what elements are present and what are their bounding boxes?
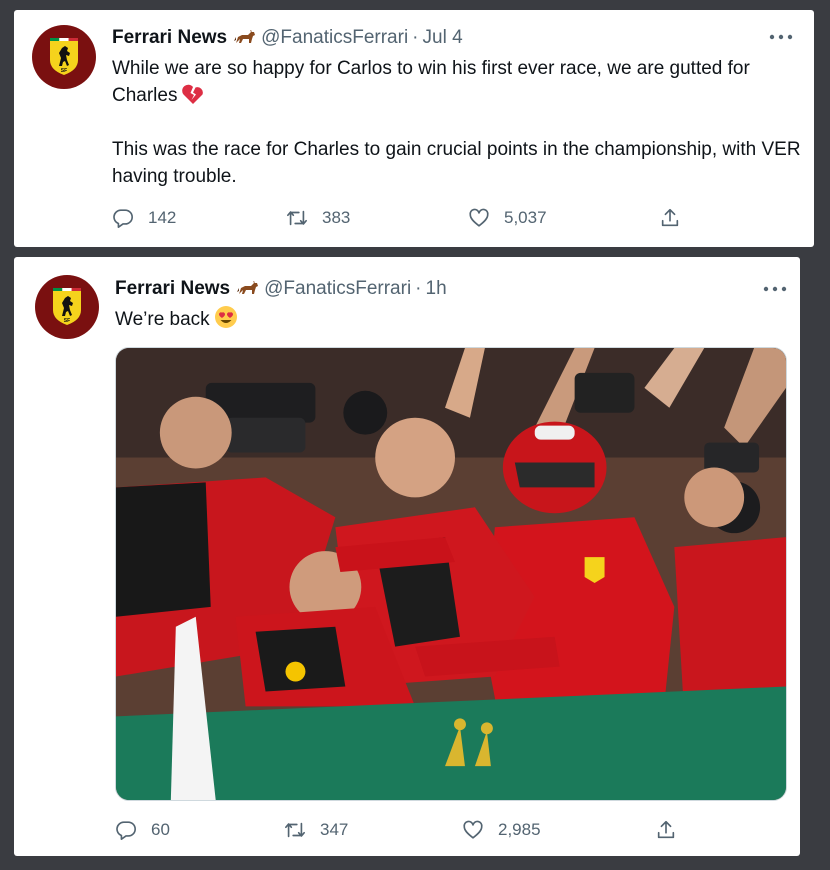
reply-count: 142 — [148, 208, 177, 227]
share-button[interactable] — [659, 207, 695, 229]
ferrari-shield-icon: SF — [53, 288, 81, 325]
svg-text:SF: SF — [64, 318, 70, 324]
like-icon — [469, 208, 489, 227]
tweet-paragraph-text: While we are so happy for Carlos to win … — [112, 58, 750, 106]
reply-button[interactable]: 142 — [112, 207, 176, 229]
celebration-photo — [116, 348, 786, 800]
retweet-icon — [287, 210, 307, 226]
action-bar: 60 347 2,985 — [14, 819, 800, 843]
tweet-paragraph: This was the race for Charles to gain cr… — [112, 139, 801, 187]
separator-dot: · — [412, 27, 419, 48]
retweet-button[interactable]: 383 — [286, 207, 350, 229]
more-icon[interactable] — [762, 284, 788, 294]
share-icon — [657, 820, 675, 839]
action-bar: 142 383 5,037 — [14, 207, 814, 231]
retweet-icon — [285, 822, 305, 838]
tweet-text: While we are so happy for Carlos to win … — [112, 55, 802, 190]
retweet-count: 347 — [320, 820, 349, 839]
reply-icon — [113, 209, 133, 228]
author-handle[interactable]: @FanaticsFerrari — [261, 26, 408, 50]
horse-icon — [237, 281, 259, 294]
tweet-header: Ferrari News @FanaticsFerrari · Jul 4 — [112, 26, 463, 50]
like-count: 2,985 — [498, 820, 541, 839]
tweet-header: Ferrari News @FanaticsFerrari · 1h — [115, 277, 447, 301]
like-button[interactable]: 5,037 — [468, 207, 547, 229]
tweet-timestamp[interactable]: 1h — [426, 277, 447, 301]
reply-count: 60 — [151, 820, 170, 839]
like-count: 5,037 — [504, 208, 547, 227]
heart-eyes-emoji-icon — [214, 306, 237, 328]
ferrari-shield-icon: SF — [50, 38, 78, 75]
retweet-count: 383 — [322, 208, 351, 227]
share-button[interactable] — [655, 819, 691, 841]
author-name[interactable]: Ferrari News — [112, 26, 227, 50]
retweet-button[interactable]: 347 — [284, 819, 348, 841]
share-icon — [661, 208, 679, 227]
avatar[interactable]: SF — [35, 275, 99, 339]
horse-icon — [234, 30, 256, 43]
tweet-paragraph: We’re back — [115, 309, 210, 330]
avatar[interactable]: SF — [32, 25, 96, 89]
tweet-paragraph: While we are so happy for Carlos to win … — [112, 55, 802, 109]
tweet-timestamp[interactable]: Jul 4 — [423, 26, 463, 50]
broken-heart-icon — [182, 84, 204, 104]
more-icon[interactable] — [768, 32, 794, 42]
like-icon — [463, 820, 483, 839]
tweet-text: We’re back — [115, 305, 238, 333]
like-button[interactable]: 2,985 — [462, 819, 541, 841]
tweet-card[interactable]: SF Ferrari News @FanaticsFerrari · 1h We… — [14, 257, 800, 856]
author-handle[interactable]: @FanaticsFerrari — [264, 277, 411, 301]
reply-icon — [116, 821, 136, 840]
separator-dot: · — [415, 278, 422, 299]
tweet-card[interactable]: SF Ferrari News @FanaticsFerrari · Jul 4… — [14, 10, 814, 247]
svg-text:SF: SF — [61, 68, 67, 74]
tweet-photo[interactable] — [115, 347, 787, 801]
reply-button[interactable]: 60 — [115, 819, 170, 841]
author-name[interactable]: Ferrari News — [115, 277, 230, 301]
